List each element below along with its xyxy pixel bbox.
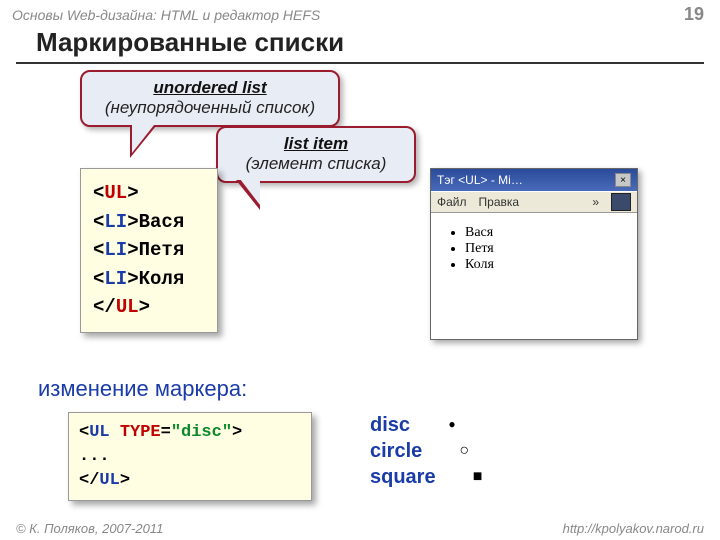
browser-title-text: Тэг <UL> - Mi…	[437, 173, 523, 187]
disc-icon: ●	[442, 417, 462, 433]
code-name-2: Петя	[139, 239, 185, 261]
list-item: Вася	[465, 225, 631, 241]
callout-list-item: list item (элемент списка)	[216, 126, 416, 183]
browser-titlebar: Тэг <UL> - Mi… ×	[431, 169, 637, 191]
code-dots: ...	[79, 445, 301, 469]
callout-tail	[240, 179, 260, 205]
code-example-type: <UL TYPE="disc"> ... </UL>	[68, 412, 312, 501]
code-name-3: Коля	[139, 268, 185, 290]
menu-edit[interactable]: Правка	[479, 195, 520, 209]
attr-value: "disc"	[171, 423, 232, 442]
menu-file[interactable]: Файл	[437, 195, 467, 209]
list-item: Коля	[465, 257, 631, 273]
marker-disc-label: disc	[370, 412, 410, 438]
code-example-ul: <UL> <LI>Вася <LI>Петя <LI>Коля </UL>	[80, 168, 218, 333]
divider	[16, 62, 704, 64]
footer-url: http://kpolyakov.narod.ru	[563, 521, 704, 536]
browser-menubar: Файл Правка »	[431, 191, 637, 213]
callout-unordered-list: unordered list (неупорядоченный список)	[80, 70, 340, 127]
page-number: 19	[684, 4, 704, 25]
app-icon	[611, 193, 631, 211]
marker-square-label: square	[370, 464, 436, 490]
callout-tail	[132, 125, 154, 153]
list-item: Петя	[465, 241, 631, 257]
breadcrumb: Основы Web-дизайна: HTML и редактор HEFS	[12, 7, 320, 23]
callout-li-en: list item	[234, 134, 398, 154]
callout-ul-ru: (неупорядоченный список)	[98, 98, 322, 118]
circle-icon: ○	[454, 441, 474, 462]
browser-preview: Тэг <UL> - Mi… × Файл Правка » Вася Петя…	[430, 168, 638, 340]
chevron-icon[interactable]: »	[592, 195, 599, 209]
square-icon: ■	[468, 467, 488, 488]
close-icon[interactable]: ×	[615, 173, 631, 187]
attr-type: TYPE	[120, 423, 161, 442]
footer-copyright: © К. Поляков, 2007-2011	[16, 521, 163, 536]
callout-ul-en: unordered list	[98, 78, 322, 98]
page-title: Маркированные списки	[36, 27, 720, 58]
browser-body: Вася Петя Коля	[431, 213, 637, 279]
marker-circle-label: circle	[370, 438, 422, 464]
marker-legend: disc ● circle ○ square ■	[370, 412, 488, 490]
callout-li-ru: (элемент списка)	[234, 154, 398, 174]
code-name-1: Вася	[139, 211, 185, 233]
subheading-marker-change: изменение маркера:	[38, 376, 247, 402]
